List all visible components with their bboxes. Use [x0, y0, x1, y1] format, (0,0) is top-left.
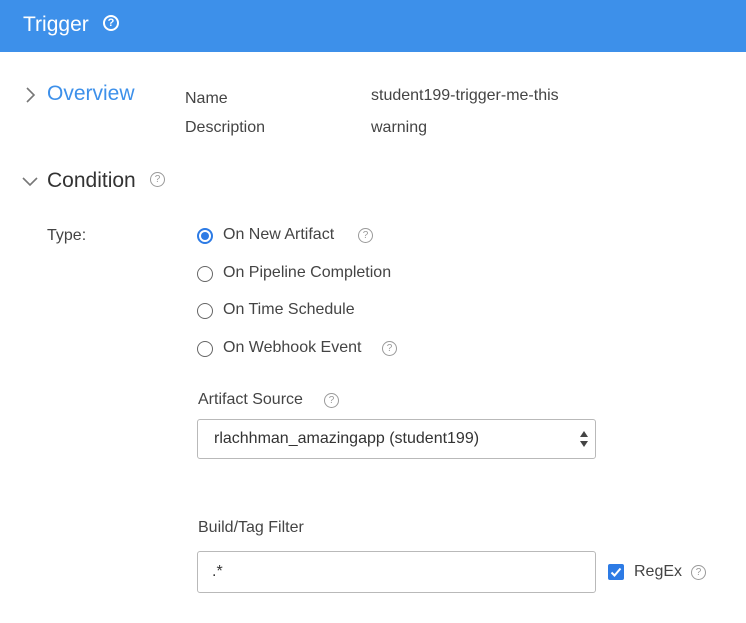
type-label: Type: — [47, 227, 87, 244]
name-label: Name — [185, 90, 228, 107]
chevron-down-icon[interactable] — [21, 175, 39, 187]
help-icon[interactable]: ? — [103, 15, 119, 31]
page-title: Trigger — [23, 13, 89, 36]
section-condition-title[interactable]: Condition — [47, 169, 136, 193]
radio-on-time-schedule[interactable] — [197, 303, 213, 319]
build-tag-filter-input[interactable] — [197, 551, 596, 593]
radio-on-pipeline-completion[interactable] — [197, 266, 213, 282]
help-icon[interactable]: ? — [382, 341, 397, 356]
header-bar: Trigger ? — [0, 0, 746, 52]
help-icon[interactable]: ? — [150, 172, 165, 187]
radio-label-on-new-artifact: On New Artifact — [223, 226, 335, 243]
help-icon[interactable]: ? — [691, 565, 706, 580]
radio-on-webhook-event[interactable] — [197, 341, 213, 357]
radio-on-new-artifact[interactable] — [197, 228, 213, 244]
artifact-source-selected-value: rlachhman_amazingapp (student199) — [214, 430, 480, 447]
description-label: Description — [185, 119, 266, 136]
help-icon[interactable]: ? — [324, 393, 339, 408]
radio-label-on-time-schedule: On Time Schedule — [223, 301, 355, 318]
help-icon[interactable]: ? — [358, 228, 373, 243]
regex-label: RegEx — [634, 563, 683, 580]
radio-label-on-webhook-event: On Webhook Event — [223, 339, 362, 356]
radio-label-on-pipeline-completion: On Pipeline Completion — [223, 264, 392, 281]
build-tag-filter-label: Build/Tag Filter — [198, 519, 304, 536]
artifact-source-select[interactable]: rlachhman_amazingapp (student199) — [197, 419, 596, 459]
section-overview-title[interactable]: Overview — [47, 82, 135, 106]
checkmark-icon — [610, 567, 622, 577]
artifact-source-label: Artifact Source — [198, 391, 303, 408]
regex-checkbox[interactable] — [608, 564, 624, 580]
select-arrows-icon — [580, 431, 588, 447]
chevron-right-icon[interactable] — [24, 86, 36, 104]
name-value: student199-trigger-me-this — [371, 87, 559, 104]
description-value: warning — [371, 119, 428, 136]
